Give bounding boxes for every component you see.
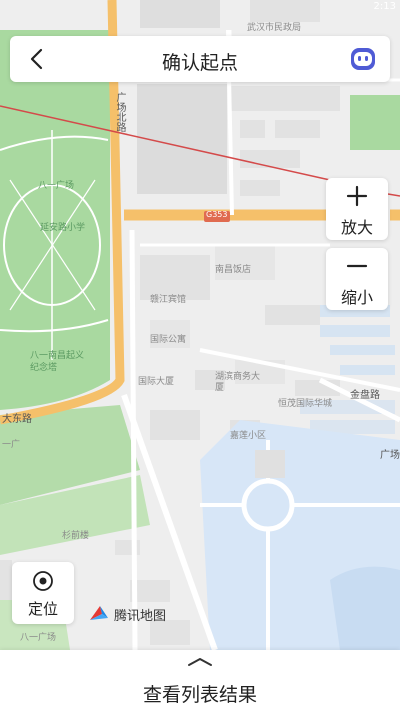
road-label-dongjie: 大东路 (2, 414, 32, 425)
map-label-district-2: 八一广场 (20, 633, 57, 643)
target-icon (33, 571, 53, 591)
locate-button[interactable]: 定位 (12, 562, 74, 624)
status-time: 2:13 (373, 1, 396, 12)
map-label-bld-3: 国际公寓 (150, 335, 187, 345)
assistant-button[interactable] (348, 44, 378, 74)
zoom-out-label: 缩小 (340, 288, 373, 307)
locate-label: 定位 (27, 600, 58, 618)
plus-icon (346, 185, 368, 207)
page-title: 确认起点 (161, 52, 238, 74)
map-canvas (0, 0, 400, 650)
brand-name: 腾讯地图 (114, 609, 167, 624)
zoom-in-button[interactable]: 放大 (326, 178, 388, 240)
map-view[interactable]: 武汉市民政局 广场北路 G353 八一广场 延安路小学 八一南昌起义纪念塔 大东… (0, 0, 400, 650)
zoom-out-button[interactable]: 缩小 (326, 248, 388, 310)
map-label-bld-1: 南昌饭店 (215, 265, 252, 275)
map-label-bld-7: 嘉莲小区 (230, 431, 267, 441)
zoom-in-label: 放大 (340, 218, 373, 237)
map-label-park-1: 八一广场 (38, 181, 75, 191)
robot-face-icon (351, 48, 375, 70)
brand-logo: 腾讯地图 (88, 602, 166, 624)
map-label-bld-5: 湖滨商务大厦 (215, 372, 261, 393)
map-label-bld-4: 国际大厦 (138, 377, 175, 387)
top-bar: 确认起点 (10, 36, 390, 82)
road-label-jinpan: 金盘路 (350, 390, 380, 401)
map-label-top: 武汉市民政局 (247, 23, 302, 33)
chevron-up-icon (188, 658, 212, 666)
road-badge: G353 (206, 210, 228, 219)
road-label-guangchang-north: 广场北路 (114, 92, 125, 132)
bottom-sheet[interactable]: 查看列表结果 (0, 650, 400, 711)
map-label-park-3: 八一南昌起义纪念塔 (30, 351, 85, 373)
view-list-results-label: 查看列表结果 (142, 684, 257, 706)
map-label-park-2: 延安路小学 (40, 223, 86, 233)
road-label-guang: 广场 (380, 450, 400, 461)
tencent-map-logo-icon (90, 606, 108, 620)
map-label-bld-2: 赣江宾馆 (150, 295, 187, 305)
road-label-yiguang: 一广 (2, 440, 21, 450)
minus-icon (346, 264, 368, 268)
map-label-district-1: 杉前楼 (62, 531, 90, 541)
status-bar: 2:13 (310, 0, 400, 16)
map-label-bld-6: 恒茂国际华城 (278, 399, 333, 409)
